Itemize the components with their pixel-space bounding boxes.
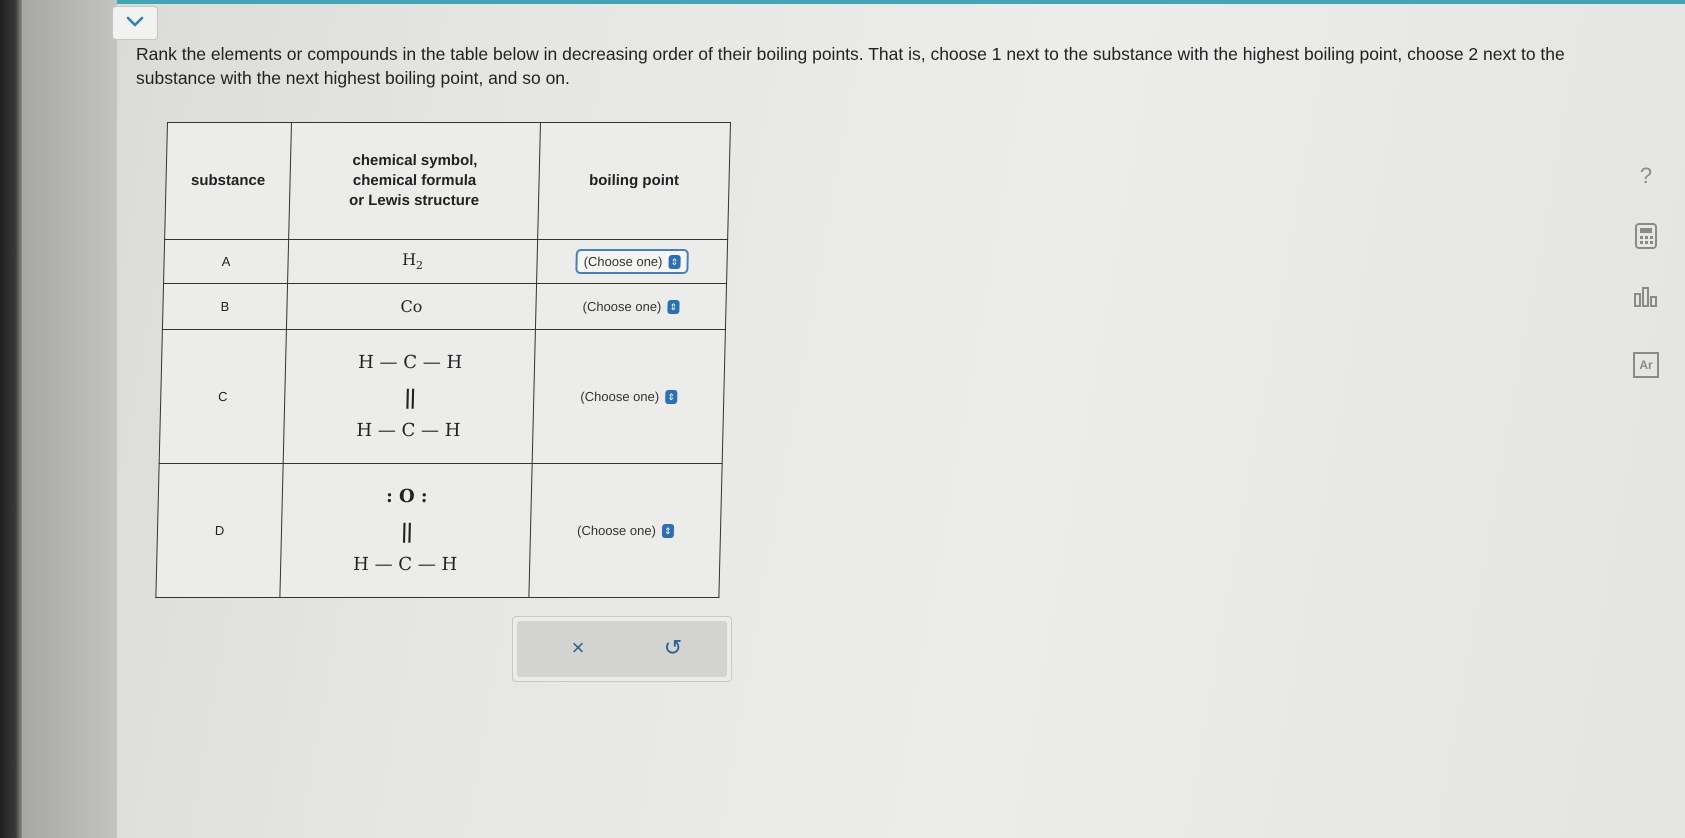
table-row: D : O : || H — C — H (Choose one) ⇕ xyxy=(155,463,723,598)
formula-subscript: 2 xyxy=(415,259,424,273)
undo-icon: ↺ xyxy=(663,635,683,660)
substance-letter: C xyxy=(159,329,287,464)
header-formula: chemical symbol, chemical formula or Lew… xyxy=(288,122,541,240)
double-bond: || xyxy=(400,518,412,543)
boiling-point-cell: (Choose one) ⇕ xyxy=(528,463,723,598)
updown-arrows-icon: ⇕ xyxy=(668,255,681,270)
substance-letter: D xyxy=(155,463,284,598)
ranking-table: substance chemical symbol, chemical form… xyxy=(155,122,731,598)
calculator-button[interactable] xyxy=(1630,222,1662,254)
rank-select-c[interactable]: (Choose one) ⇕ xyxy=(574,386,683,408)
action-panel-inner: × ↺ xyxy=(517,621,727,677)
select-label: (Choose one) xyxy=(582,298,662,314)
lewis-bottom: H — C — H xyxy=(352,553,458,575)
chart-button[interactable] xyxy=(1630,284,1662,316)
monitor-bezel xyxy=(0,0,22,838)
substance-letter: A xyxy=(163,239,289,284)
undo-button[interactable]: ↺ xyxy=(657,631,689,665)
select-label: (Choose one) xyxy=(580,388,660,404)
boiling-point-cell: (Choose one) ⇕ xyxy=(532,329,726,464)
lewis-top: H — C — H xyxy=(357,351,463,373)
screen: Rank the elements or compounds in the ta… xyxy=(0,0,1685,838)
updown-arrows-icon: ⇕ xyxy=(667,300,680,315)
formula-text: H xyxy=(401,250,417,270)
table-row: C H — C — H || H — C — H (Choose one) ⇕ xyxy=(159,329,726,464)
header-formula-line3: or Lewis structure xyxy=(348,192,480,209)
collapse-button[interactable] xyxy=(112,6,158,40)
rank-select-d[interactable]: (Choose one) ⇕ xyxy=(571,520,680,542)
rank-select-a[interactable]: (Choose one) ⇕ xyxy=(575,248,689,275)
boiling-point-cell: (Choose one) ⇕ xyxy=(535,283,727,330)
table-row: A H2 (Choose one) ⇕ xyxy=(163,239,728,284)
formula-cell: H2 xyxy=(287,239,538,284)
formula-text: Co xyxy=(400,297,423,316)
action-panel: × ↺ xyxy=(512,616,732,682)
header-formula-line2: chemical formula xyxy=(352,172,477,189)
top-accent-bar xyxy=(117,0,1685,4)
select-label: (Choose one) xyxy=(583,253,663,269)
chevron-down-icon xyxy=(126,8,144,33)
table-header-row: substance chemical symbol, chemical form… xyxy=(164,122,731,240)
chart-icon xyxy=(1634,287,1657,307)
rank-select-b[interactable]: (Choose one) ⇕ xyxy=(576,296,685,318)
select-label: (Choose one) xyxy=(576,522,657,538)
header-boiling-point: boiling point xyxy=(537,122,731,240)
help-button[interactable]: ? xyxy=(1630,160,1662,192)
lewis-structure-cell: H — C — H || H — C — H xyxy=(283,329,536,464)
header-formula-line1: chemical symbol, xyxy=(352,152,478,169)
double-bond: || xyxy=(403,384,415,409)
updown-arrows-icon: ⇕ xyxy=(664,390,678,405)
periodic-table-icon: Ar xyxy=(1633,352,1659,378)
clear-button[interactable]: × xyxy=(562,631,594,665)
question-instructions: Rank the elements or compounds in the ta… xyxy=(136,44,1565,88)
lewis-structure-cell: : O : || H — C — H xyxy=(279,463,533,598)
lewis-bottom: H — C — H xyxy=(356,419,461,441)
left-panel xyxy=(22,0,117,838)
formula-cell: Co xyxy=(286,283,537,330)
help-icon: ? xyxy=(1639,163,1653,188)
periodic-table-button[interactable]: Ar xyxy=(1630,346,1662,378)
lewis-top: : O : xyxy=(385,485,428,507)
close-icon: × xyxy=(571,635,585,660)
substance-letter: B xyxy=(162,283,288,330)
updown-arrows-icon: ⇕ xyxy=(661,524,675,539)
table-row: B Co (Choose one) ⇕ xyxy=(162,283,727,330)
header-substance: substance xyxy=(164,122,292,240)
calculator-icon xyxy=(1635,223,1657,249)
boiling-point-cell: (Choose one) ⇕ xyxy=(536,239,728,284)
